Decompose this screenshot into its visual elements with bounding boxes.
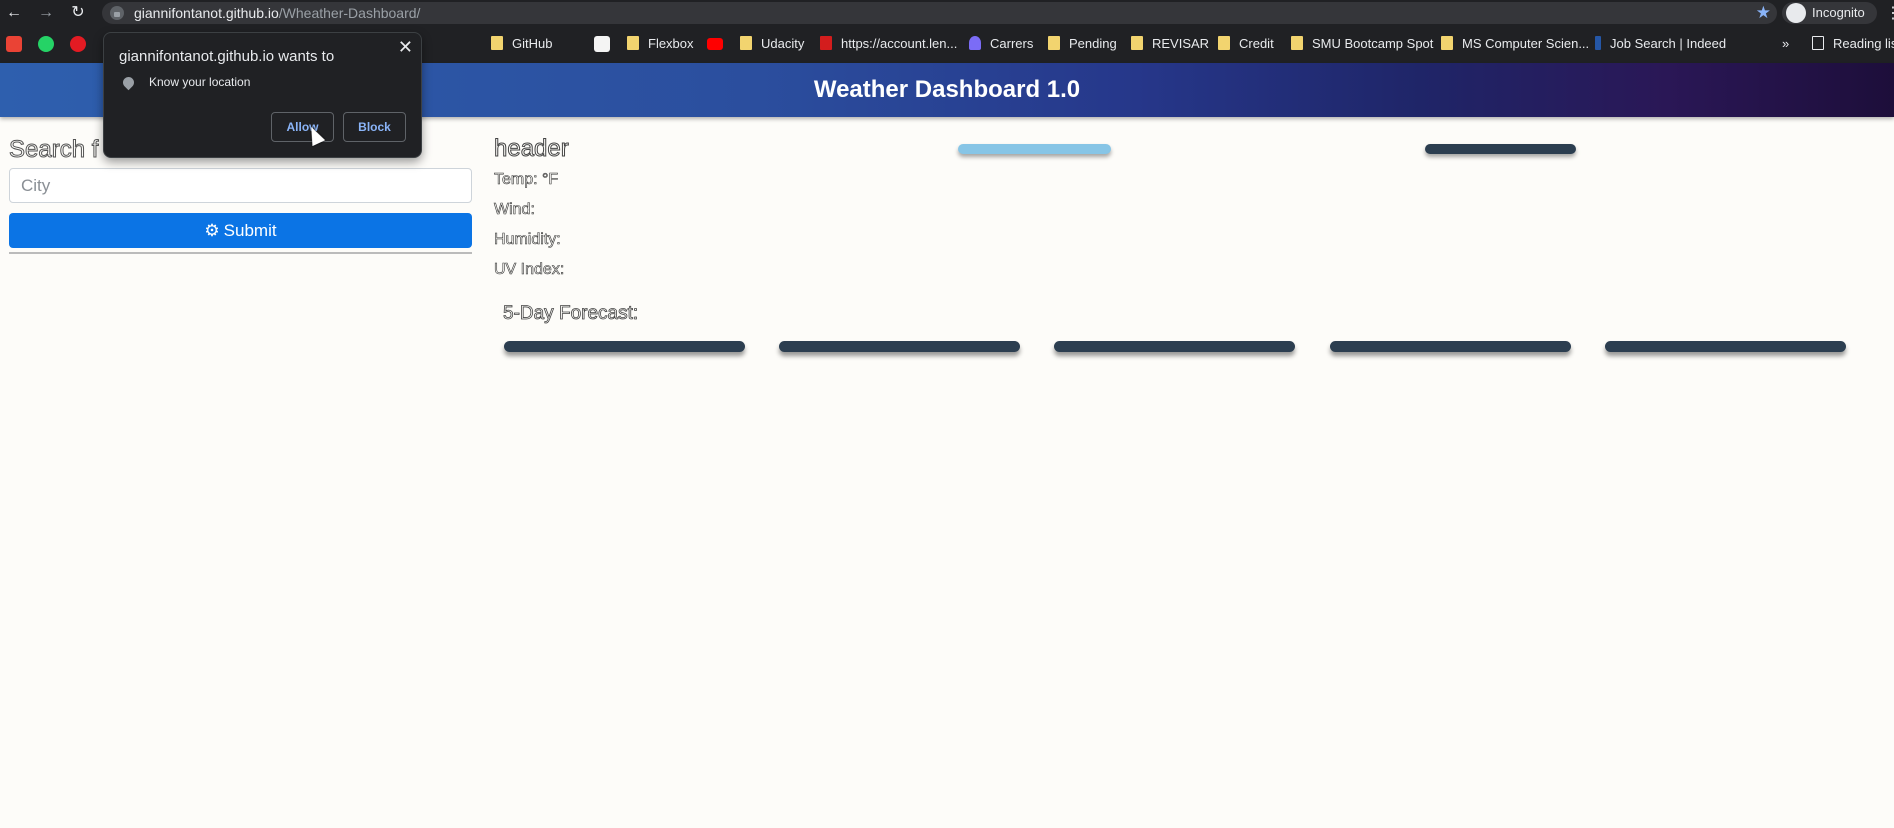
folder-icon: [1291, 36, 1303, 50]
gmail-icon[interactable]: [6, 36, 22, 52]
current-city-header: header: [494, 135, 570, 163]
forecast-card-5: [1605, 341, 1846, 352]
bookmark-udacity[interactable]: Udacity: [740, 34, 804, 54]
l-icon: [820, 36, 832, 50]
youtube-icon[interactable]: [707, 38, 723, 50]
bookmark-account[interactable]: https://account.len...: [820, 34, 957, 54]
location-pin-icon: [120, 74, 137, 91]
folder-icon: [1131, 36, 1143, 50]
forecast-title: 5-Day Forecast:: [503, 303, 639, 325]
folder-icon: [627, 36, 639, 50]
reload-icon[interactable]: ↻: [68, 3, 88, 23]
browser-toolbar: ← → ↻ giannifontanot.github.io/Wheather-…: [0, 0, 1894, 27]
gear-icon: ⚙: [204, 220, 220, 240]
address-bar[interactable]: giannifontanot.github.io/Wheather-Dashbo…: [102, 2, 1777, 24]
reading-list[interactable]: Reading lis: [1812, 34, 1894, 54]
app-icon[interactable]: [594, 36, 610, 52]
triangle-icon: [969, 36, 981, 50]
back-icon[interactable]: ←: [4, 3, 24, 23]
url-text: giannifontanot.github.io/Wheather-Dashbo…: [134, 5, 421, 21]
search-heading: Search f: [8, 136, 99, 164]
bookmark-smu[interactable]: SMU Bootcamp Spot: [1291, 34, 1433, 54]
weather-icon-placeholder: [958, 144, 1111, 154]
bookmark-credit[interactable]: Credit: [1218, 34, 1274, 54]
bookmark-ms-cs[interactable]: MS Computer Scien...: [1441, 34, 1589, 54]
close-icon[interactable]: ✕: [398, 37, 413, 58]
forecast-card-2: [779, 341, 1020, 352]
indeed-icon: [1595, 36, 1601, 50]
bookmark-carrers[interactable]: Carrers: [969, 34, 1033, 54]
forward-icon[interactable]: →: [36, 3, 56, 23]
bookmark-indeed[interactable]: Job Search | Indeed: [1595, 34, 1726, 54]
reading-list-icon: [1812, 36, 1824, 50]
allow-button[interactable]: Allow: [271, 112, 334, 142]
date-placeholder: [1425, 144, 1576, 154]
popup-title: giannifontanot.github.io wants to: [119, 48, 335, 65]
folder-icon: [740, 36, 752, 50]
bookmark-star-icon[interactable]: ★: [1756, 3, 1771, 23]
incognito-badge[interactable]: Incognito: [1782, 2, 1877, 24]
city-input[interactable]: [9, 168, 472, 203]
location-permission-popup: giannifontanot.github.io wants to ✕ Know…: [103, 32, 422, 158]
red-circle-icon[interactable]: [70, 36, 86, 52]
folder-icon: [1441, 36, 1453, 50]
submit-button[interactable]: ⚙ Submit: [9, 213, 472, 248]
bookmark-revisar[interactable]: REVISAR: [1131, 34, 1209, 54]
folder-icon: [1218, 36, 1230, 50]
bookmarks-overflow-icon[interactable]: »: [1782, 34, 1789, 54]
folder-icon: [491, 36, 503, 50]
folder-icon: [1048, 36, 1060, 50]
bookmark-flexbox[interactable]: Flexbox: [627, 34, 694, 54]
temp-label: Temp: °F: [494, 171, 559, 189]
uv-index-label: UV Index:: [494, 261, 565, 279]
block-button[interactable]: Block: [343, 112, 406, 142]
wind-label: Wind:: [494, 201, 536, 219]
forecast-card-4: [1330, 341, 1571, 352]
permission-text: Know your location: [149, 75, 251, 89]
divider: [9, 252, 472, 254]
incognito-icon: [1786, 3, 1806, 23]
browser-menu-icon[interactable]: ⋮: [1885, 3, 1894, 23]
bookmark-pending[interactable]: Pending: [1048, 34, 1117, 54]
humidity-label: Humidity:: [494, 231, 561, 249]
bookmark-github[interactable]: GitHub: [491, 34, 552, 54]
forecast-card-3: [1054, 341, 1295, 352]
whatsapp-icon[interactable]: [38, 36, 54, 52]
lock-icon[interactable]: [110, 6, 124, 20]
forecast-card-1: [504, 341, 745, 352]
